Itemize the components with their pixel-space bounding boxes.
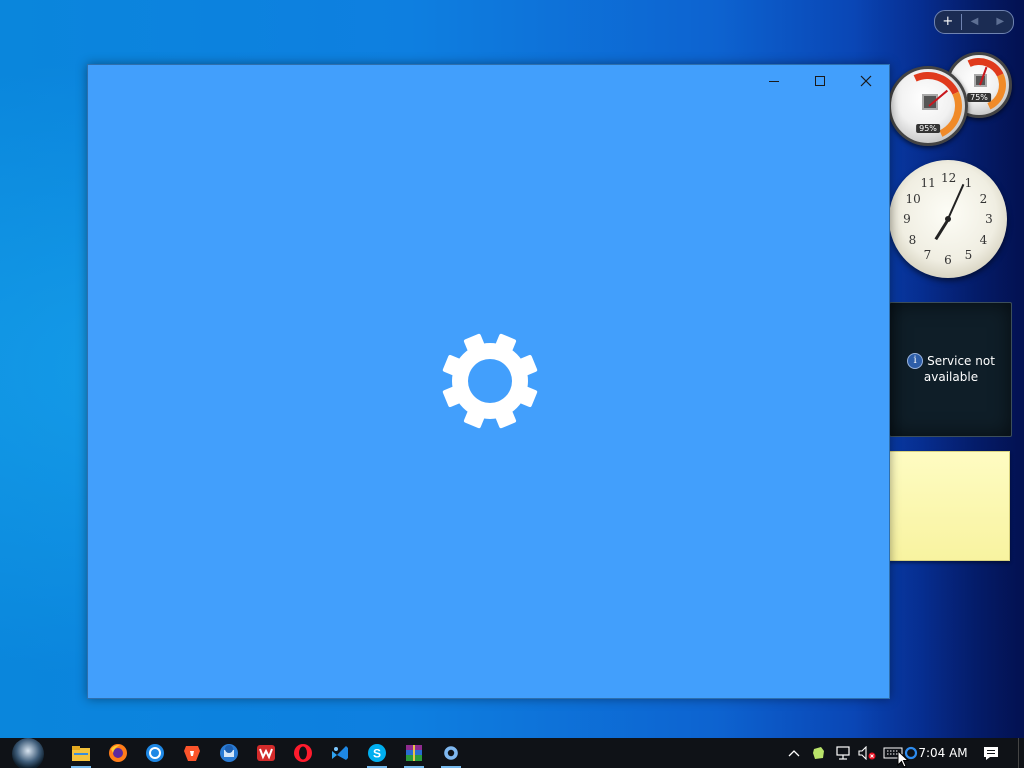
clock-numeral: 3: [985, 212, 993, 226]
cpu-percent: 95%: [916, 124, 940, 133]
clock-numeral: 12: [941, 171, 957, 185]
add-gadget-button[interactable]: +: [935, 12, 961, 32]
close-button[interactable]: [843, 65, 889, 97]
chevron-up-icon[interactable]: [784, 738, 804, 768]
minimize-button[interactable]: [751, 65, 797, 97]
chrome-icon[interactable]: [137, 738, 173, 768]
clock-numeral: 7: [923, 247, 932, 262]
mouse-cursor-icon: [897, 750, 909, 768]
wps-office-icon[interactable]: [248, 738, 284, 768]
volume-muted-icon[interactable]: [856, 738, 878, 768]
clock-numeral: 4: [979, 232, 988, 247]
opera-icon[interactable]: [285, 738, 321, 768]
clock-numeral: 10: [905, 191, 921, 206]
show-desktop-button[interactable]: [1018, 738, 1024, 768]
clock-minute-hand: [947, 183, 965, 220]
clock-numeral: 2: [979, 191, 988, 206]
windows-logo-icon: [12, 738, 44, 768]
gear-icon: [442, 333, 538, 429]
memory-percent: 75%: [967, 93, 991, 102]
weather-gadget[interactable]: i Service not available: [889, 302, 1012, 437]
clock-gadget[interactable]: 12 1 2 3 4 5 6 7 8 9 10 11: [889, 160, 1007, 278]
info-icon: i: [907, 353, 924, 369]
clock-numeral: 11: [920, 176, 936, 191]
clock-numeral: 8: [908, 232, 917, 247]
skype-icon[interactable]: S: [359, 738, 395, 768]
visual-studio-icon[interactable]: [322, 738, 358, 768]
network-icon[interactable]: [832, 738, 854, 768]
clock-numeral: 9: [903, 212, 911, 226]
clock-numeral: 5: [964, 247, 973, 262]
settings-app-icon[interactable]: [433, 738, 469, 768]
weather-message-text: Service not available: [923, 354, 995, 384]
maximize-button[interactable]: [797, 65, 843, 97]
maximize-icon: [815, 76, 825, 86]
firefox-icon[interactable]: [100, 738, 136, 768]
close-icon: [860, 75, 872, 87]
brave-icon[interactable]: [174, 738, 210, 768]
evernote-icon[interactable]: [808, 738, 828, 768]
taskbar: S 7:04 AM: [0, 738, 1024, 768]
cpu-meter-gadget[interactable]: 95%: [884, 62, 972, 150]
start-button[interactable]: [0, 738, 56, 768]
gadget-prev-button[interactable]: ◀: [962, 12, 988, 32]
clock-hub: [945, 216, 951, 222]
clock-numeral: 6: [944, 253, 952, 267]
gadget-toolbar: + ◀ ▶: [934, 10, 1014, 34]
file-explorer-icon[interactable]: [63, 738, 99, 768]
winrar-icon[interactable]: [396, 738, 432, 768]
action-center-icon[interactable]: [975, 738, 1007, 768]
weather-message: i Service not available: [900, 353, 1002, 385]
thunderbird-icon[interactable]: [211, 738, 247, 768]
settings-window: [87, 64, 890, 699]
gadget-next-button[interactable]: ▶: [987, 12, 1013, 32]
svg-text:S: S: [373, 747, 381, 761]
minimize-icon: [769, 81, 779, 82]
taskbar-clock[interactable]: 7:04 AM: [918, 738, 968, 768]
sticky-note-gadget[interactable]: [889, 451, 1010, 561]
